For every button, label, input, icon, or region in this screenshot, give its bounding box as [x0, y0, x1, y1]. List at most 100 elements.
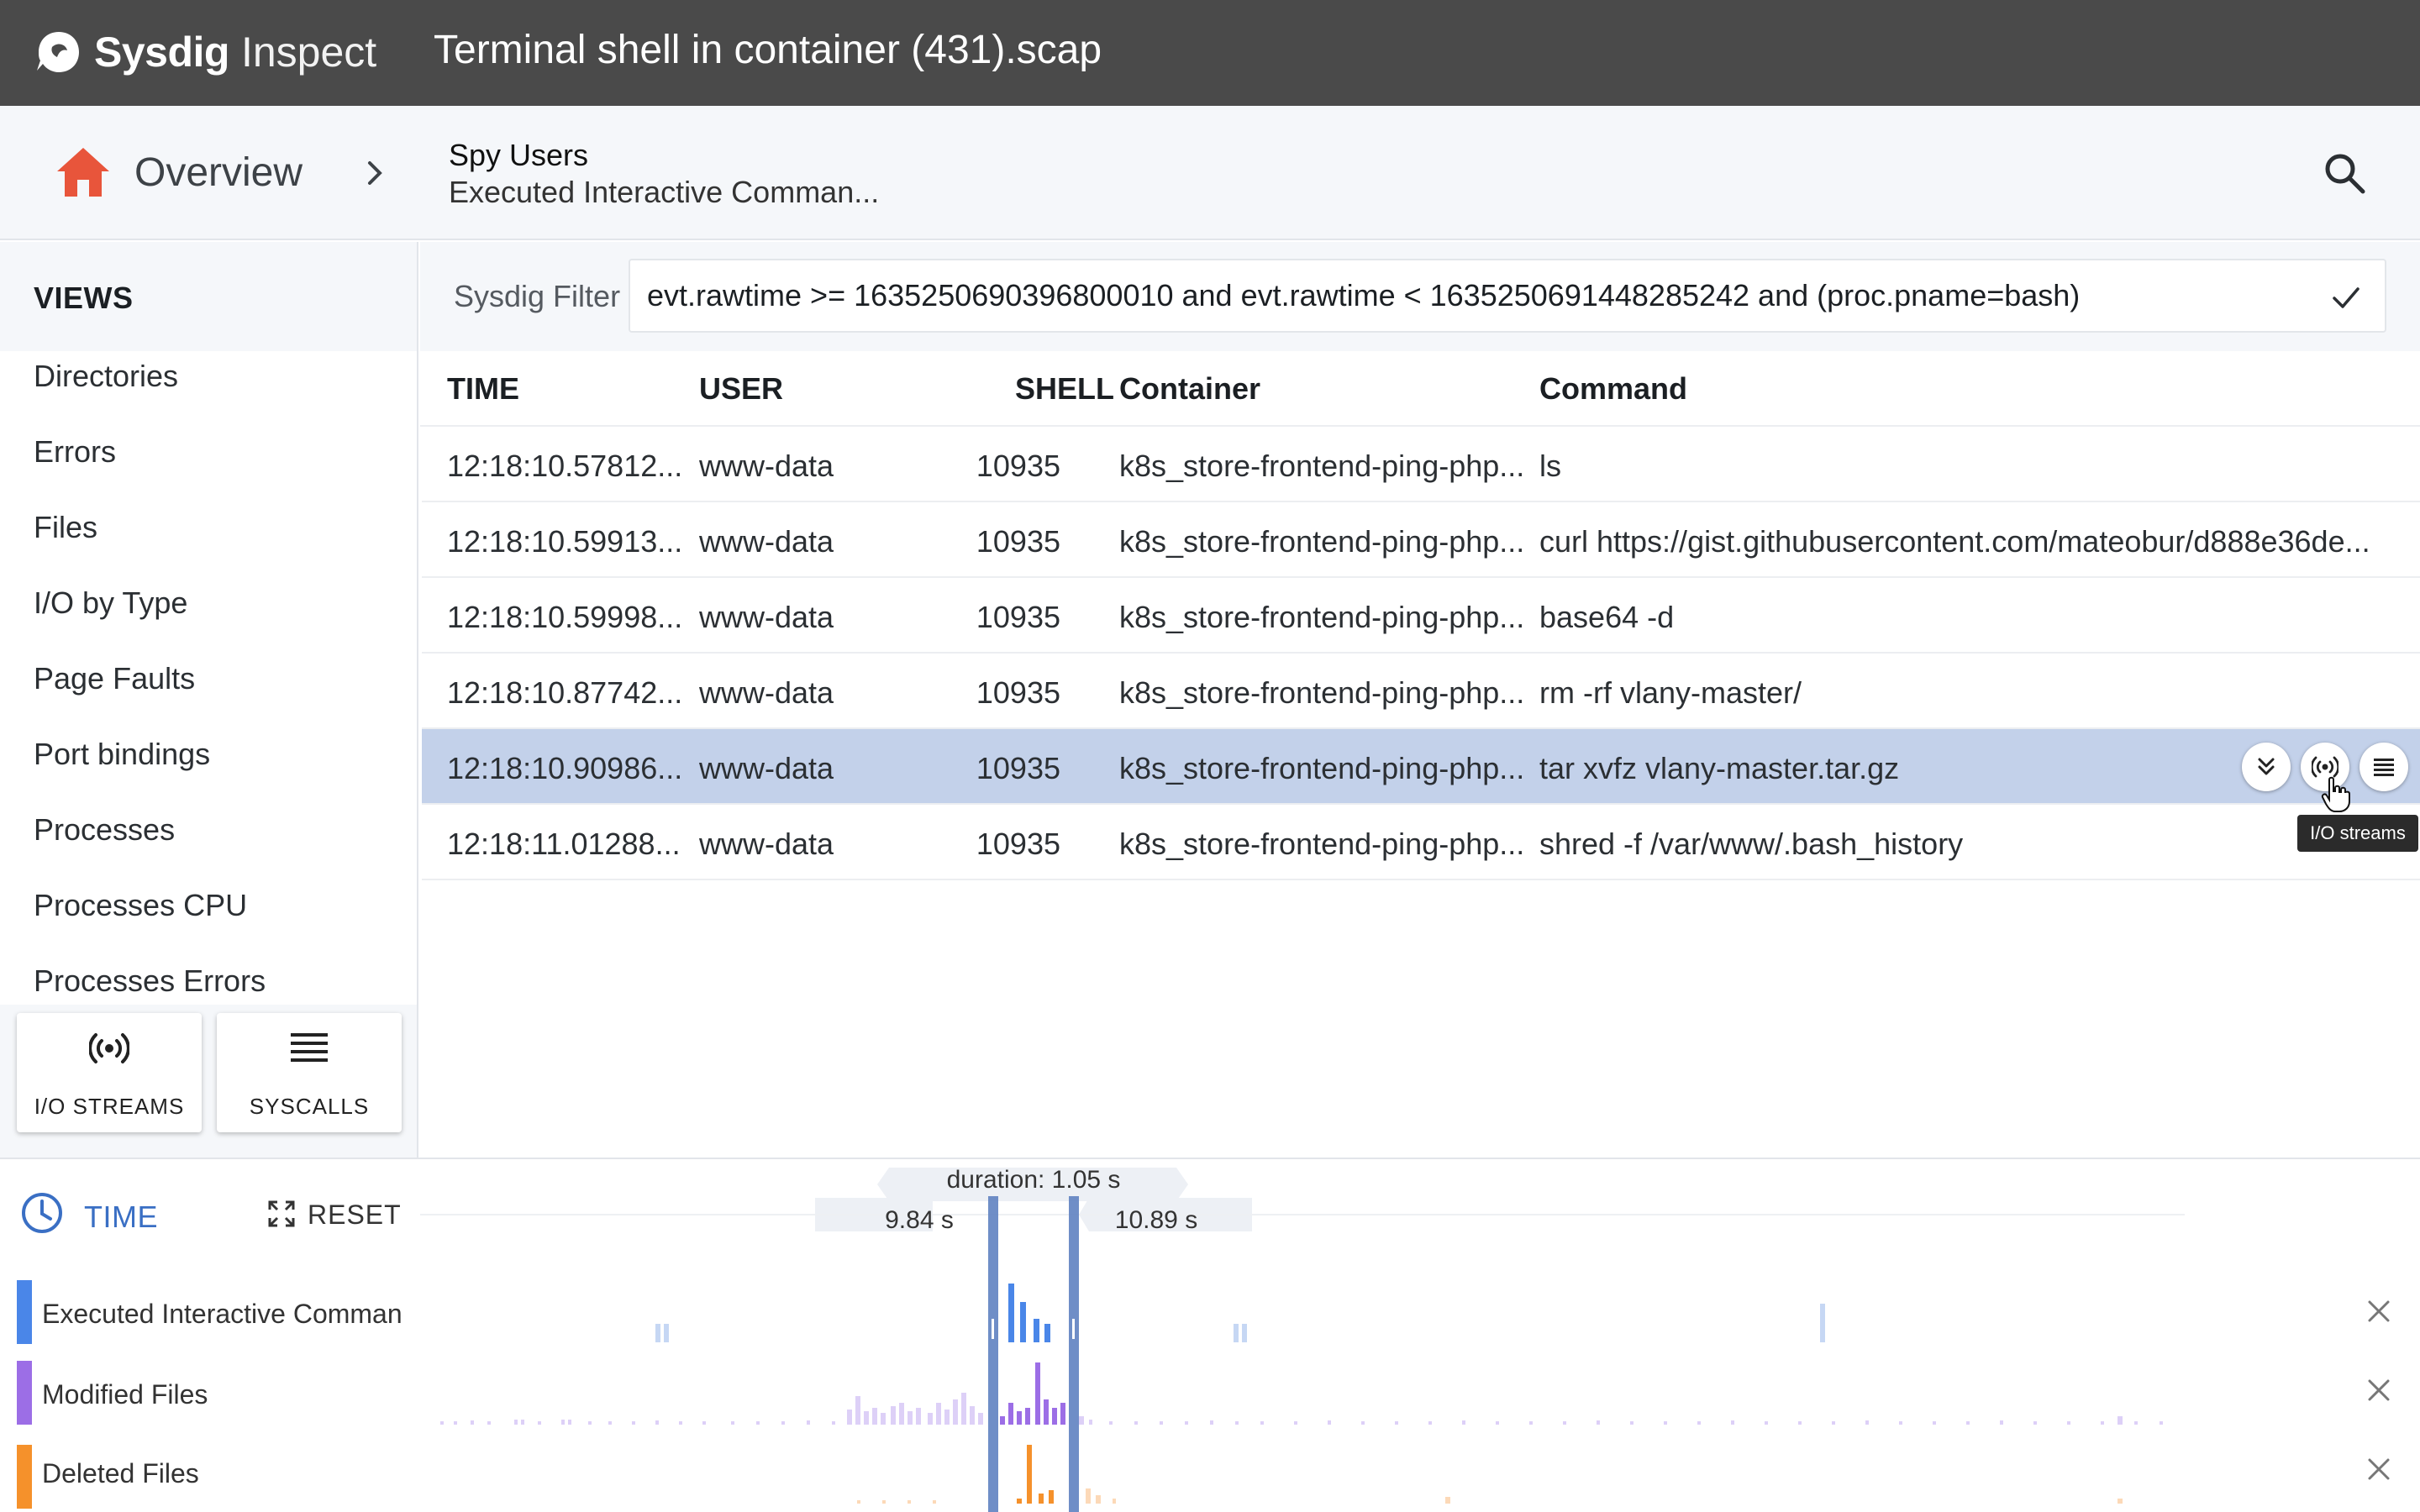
cell-user: www-data — [699, 600, 834, 634]
start-handle-grip — [992, 1319, 994, 1339]
track-name-executed-commands: Executed Interactive Commands — [42, 1299, 403, 1329]
duration-label: duration: 1.05 s — [946, 1166, 1121, 1194]
cell-container: k8s_store-frontend-ping-php... — [1119, 675, 1525, 710]
column-header-user[interactable]: USER — [699, 371, 783, 407]
selection-end-handle[interactable] — [1069, 1196, 1079, 1512]
capture-file-title: Terminal shell in container (431).scap — [434, 28, 1102, 72]
view-item-errors[interactable]: Errors — [0, 427, 417, 502]
breadcrumb-view-subtitle[interactable]: Executed Interactive Comman... — [449, 175, 879, 210]
cell-time: 12:18:10.87742... — [447, 675, 683, 710]
view-item-port-bindings[interactable]: Port bindings — [0, 729, 417, 805]
cell-command: curl https://gist.githubusercontent.com/… — [1539, 524, 2370, 559]
app-header: Sysdig Inspect Terminal shell in contain… — [0, 0, 2420, 106]
cell-container: k8s_store-frontend-ping-php... — [1119, 751, 1525, 785]
drill-down-button[interactable] — [2242, 743, 2291, 791]
cell-time: 12:18:10.59913... — [447, 524, 683, 559]
track-color-swatch — [17, 1361, 32, 1425]
cell-command: ls — [1539, 449, 1561, 483]
timeline-panel: TIME RESET duration: 1.05 s 9.84 s 10.89… — [0, 1158, 2420, 1512]
view-item-page-faults[interactable]: Page Faults — [0, 654, 417, 729]
close-icon[interactable] — [2365, 1297, 2393, 1326]
cell-user: www-data — [699, 675, 834, 710]
home-icon[interactable] — [55, 146, 111, 198]
cell-container: k8s_store-frontend-ping-php... — [1119, 449, 1525, 483]
sysdig-logo-icon — [37, 32, 79, 72]
column-header-command[interactable]: Command — [1539, 371, 1687, 407]
table-row[interactable]: 12:18:10.87742... www-data 10935 k8s_sto… — [422, 654, 2420, 729]
track-name-deleted-files: Deleted Files — [42, 1458, 199, 1488]
view-item-files[interactable]: Files — [0, 502, 417, 578]
views-heading: VIEWS — [0, 242, 417, 351]
column-header-shell[interactable]: SHELL — [1015, 371, 1114, 407]
close-icon[interactable] — [2365, 1376, 2393, 1404]
cell-user: www-data — [699, 827, 834, 861]
sysdig-logo[interactable]: Sysdig Inspect — [34, 25, 376, 79]
track-name-modified-files: Modified Files — [42, 1379, 208, 1410]
breadcrumb-overview-link[interactable]: Overview — [134, 150, 302, 196]
selection-start-label: 9.84 s — [885, 1206, 954, 1234]
list-lines-icon — [2374, 759, 2394, 776]
table-row[interactable]: 12:18:10.57812... www-data 10935 k8s_sto… — [422, 427, 2420, 502]
cell-command: base64 -d — [1539, 600, 1675, 634]
cell-user: www-data — [699, 524, 834, 559]
filter-box — [629, 259, 2386, 333]
track-color-swatch — [17, 1445, 32, 1509]
track-modified-files-tail-bars — [1079, 1416, 2163, 1425]
close-icon[interactable] — [2365, 1455, 2393, 1483]
row-syscalls-button[interactable] — [2360, 743, 2408, 791]
track-deleted-files-bars — [857, 1445, 2123, 1504]
cell-time: 12:18:10.59998... — [447, 600, 683, 634]
column-header-container[interactable]: Container — [1119, 371, 1260, 407]
table-row[interactable]: 12:18:10.59913... www-data 10935 k8s_sto… — [422, 502, 2420, 578]
broadcast-icon — [89, 1033, 129, 1063]
column-header-time[interactable]: TIME — [447, 371, 519, 407]
track-modified-files-selected-bars — [1000, 1362, 1065, 1425]
filter-label: Sysdig Filter — [454, 279, 621, 313]
breadcrumb-view-title[interactable]: Spy Users — [449, 138, 588, 173]
sysdig-filter-input[interactable] — [647, 277, 2294, 314]
table-row-selected[interactable]: 12:18:10.90986... www-data 10935 k8s_sto… — [422, 729, 2420, 805]
syscalls-button[interactable]: SYSCALLS — [217, 1013, 402, 1132]
cell-container: k8s_store-frontend-ping-php... — [1119, 827, 1525, 861]
breadcrumb: Overview Spy Users Executed Interactive … — [0, 106, 2420, 240]
cell-time: 12:18:10.57812... — [447, 449, 683, 483]
view-item-directories[interactable]: Directories — [0, 351, 417, 427]
cell-shell: 10935 — [976, 751, 1060, 785]
sidebar-actions: I/O STREAMS SYSCALLS — [0, 1005, 417, 1158]
hand-cursor-icon — [2321, 776, 2350, 812]
cell-container: k8s_store-frontend-ping-php... — [1119, 600, 1525, 634]
track-modified-files-bars — [440, 1393, 983, 1425]
io-streams-button-label: I/O STREAMS — [34, 1094, 185, 1119]
cell-user: www-data — [699, 751, 834, 785]
selection-start-handle[interactable] — [988, 1196, 998, 1512]
cell-command: shred -f /var/www/.bash_history — [1539, 827, 1964, 861]
search-icon[interactable] — [2321, 150, 2368, 197]
view-item-io-by-type[interactable]: I/O by Type — [0, 578, 417, 654]
cell-shell: 10935 — [976, 675, 1060, 710]
logo-product-name: Inspect — [240, 29, 377, 76]
cell-shell: 10935 — [976, 449, 1060, 483]
checkmark-icon[interactable] — [2329, 281, 2363, 314]
cell-command: rm -rf vlany-master/ — [1539, 675, 1802, 710]
syscalls-button-label: SYSCALLS — [249, 1094, 370, 1119]
list-lines-icon — [291, 1033, 328, 1062]
table-row[interactable]: 12:18:11.01288... www-data 10935 k8s_sto… — [422, 805, 2420, 880]
views-sidebar: VIEWS Directories Errors Files I/O by Ty… — [0, 242, 418, 1158]
view-item-processes[interactable]: Processes — [0, 805, 417, 880]
table-header: TIME USER SHELL Container Command — [420, 351, 2420, 427]
logo-wordmark: Sysdig — [94, 29, 229, 76]
cell-user: www-data — [699, 449, 834, 483]
table-row[interactable]: 12:18:10.59998... www-data 10935 k8s_sto… — [422, 578, 2420, 654]
cell-command: tar xvfz vlany-master.tar.gz — [1539, 751, 1900, 785]
cell-container: k8s_store-frontend-ping-php... — [1119, 524, 1525, 559]
views-list[interactable]: Directories Errors Files I/O by Type Pag… — [0, 351, 417, 1032]
end-handle-grip — [1072, 1319, 1075, 1339]
track-color-swatch — [17, 1280, 32, 1344]
cell-shell: 10935 — [976, 827, 1060, 861]
cell-shell: 10935 — [976, 600, 1060, 634]
chevron-right-icon — [368, 161, 382, 185]
cell-time: 12:18:11.01288... — [447, 827, 681, 861]
io-streams-button[interactable]: I/O STREAMS — [17, 1013, 202, 1132]
view-item-processes-cpu[interactable]: Processes CPU — [0, 880, 417, 956]
views-heading-label: VIEWS — [34, 281, 134, 315]
